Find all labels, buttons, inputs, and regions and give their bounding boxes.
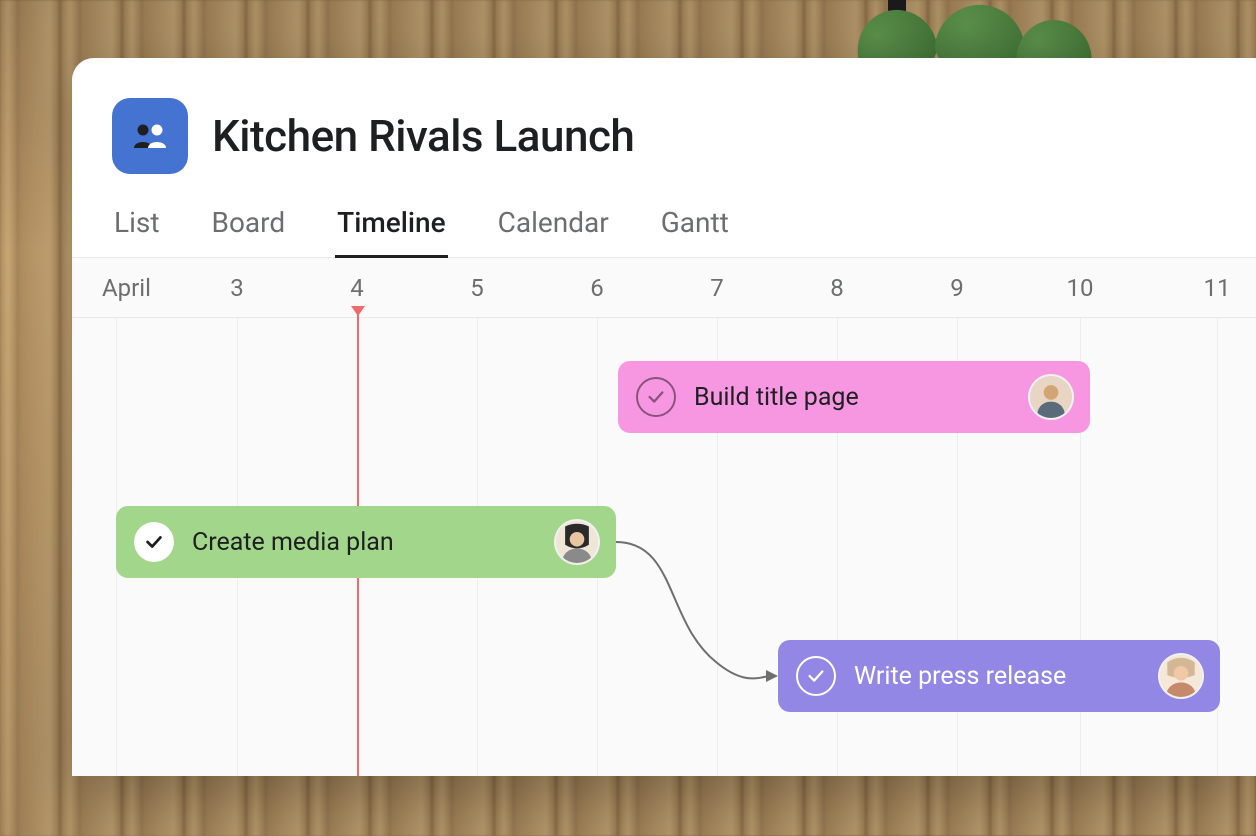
month-label: April [102, 274, 151, 302]
tab-gantt[interactable]: Gantt [659, 194, 731, 257]
task-create-media-plan[interactable]: Create media plan [116, 506, 616, 578]
date-11: 11 [1204, 274, 1231, 302]
project-header: Kitchen Rivals Launch [72, 58, 1256, 194]
task-label: Build title page [694, 383, 1010, 412]
project-card: Kitchen Rivals Launch List Board Timelin… [72, 58, 1256, 776]
date-8: 8 [830, 274, 844, 302]
tab-calendar[interactable]: Calendar [496, 194, 611, 257]
date-5: 5 [470, 274, 484, 302]
task-label: Write press release [854, 662, 1140, 691]
tab-board[interactable]: Board [210, 194, 288, 257]
date-10: 10 [1067, 274, 1094, 302]
tab-timeline[interactable]: Timeline [335, 194, 447, 257]
check-icon [143, 531, 165, 553]
view-tabs: List Board Timeline Calendar Gantt [72, 194, 1256, 258]
date-6: 6 [590, 274, 604, 302]
task-label: Create media plan [192, 528, 536, 557]
check-icon [805, 665, 827, 687]
date-7: 7 [710, 274, 724, 302]
project-icon[interactable] [112, 98, 188, 174]
date-4: 4 [350, 274, 364, 302]
task-write-press-release[interactable]: Write press release [778, 640, 1220, 712]
tab-list[interactable]: List [112, 194, 162, 257]
task-build-title-page[interactable]: Build title page [618, 361, 1090, 433]
project-title: Kitchen Rivals Launch [212, 110, 634, 162]
dependency-connector [616, 542, 796, 682]
assignee-avatar[interactable] [1028, 374, 1074, 420]
task-complete-toggle[interactable] [134, 522, 174, 562]
timeline-view[interactable]: April 3 4 5 6 7 8 9 10 11 [72, 258, 1256, 776]
task-complete-toggle[interactable] [636, 377, 676, 417]
date-3: 3 [230, 274, 244, 302]
assignee-avatar[interactable] [554, 519, 600, 565]
date-9: 9 [950, 274, 964, 302]
check-icon [645, 386, 667, 408]
date-header: April 3 4 5 6 7 8 9 10 11 [72, 258, 1256, 318]
assignee-avatar[interactable] [1158, 653, 1204, 699]
people-icon [130, 122, 170, 150]
task-complete-toggle[interactable] [796, 656, 836, 696]
